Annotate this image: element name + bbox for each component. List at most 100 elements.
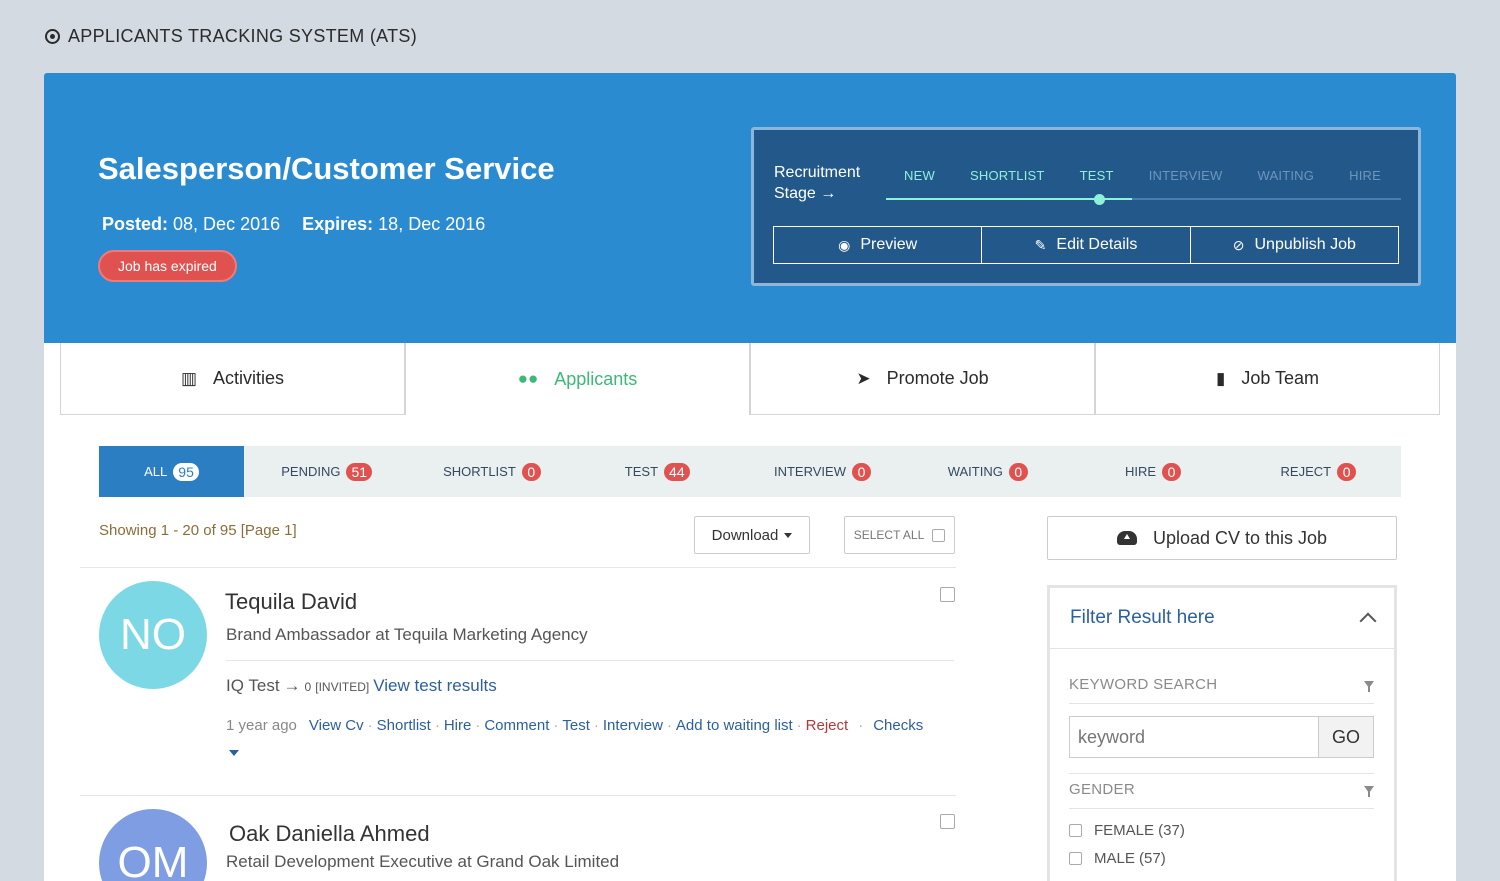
tab-job-team[interactable]: ▮ Job Team bbox=[1095, 343, 1440, 415]
download-dropdown[interactable]: Download bbox=[694, 516, 810, 554]
compass-icon bbox=[45, 29, 60, 44]
stage-new[interactable]: NEW bbox=[904, 168, 935, 183]
status-tab-test[interactable]: TEST 44 bbox=[575, 446, 740, 497]
expand-caret-icon[interactable] bbox=[229, 750, 239, 756]
gender-header: GENDER bbox=[1069, 781, 1374, 798]
count-badge: 0 bbox=[1337, 462, 1357, 481]
keyword-input[interactable] bbox=[1070, 717, 1319, 757]
building-icon: ▮ bbox=[1215, 368, 1226, 388]
stage-progress-dot bbox=[1094, 194, 1105, 205]
status-tab-shortlist[interactable]: SHORTLIST 0 bbox=[409, 446, 574, 497]
reject-link[interactable]: Reject bbox=[806, 717, 849, 734]
pencil-icon: ✎ bbox=[1034, 236, 1047, 253]
posted-date: 08, Dec 2016 bbox=[173, 214, 281, 234]
expires-label: Expires: bbox=[302, 214, 374, 234]
filter-divider bbox=[1069, 808, 1374, 809]
test-status: [INVITED] bbox=[315, 680, 370, 694]
select-all-button[interactable]: SELECT ALL bbox=[844, 516, 955, 554]
candidate-checkbox[interactable] bbox=[940, 814, 955, 829]
edit-details-button[interactable]: ✎ Edit Details bbox=[982, 227, 1191, 263]
arrow-right-icon: → bbox=[820, 185, 837, 202]
count-badge: 0 bbox=[851, 462, 871, 481]
candidate-role: Brand Ambassador at Tequila Marketing Ag… bbox=[226, 625, 588, 644]
hire-link[interactable]: Hire bbox=[444, 717, 472, 734]
status-tab-reject[interactable]: REJECT 0 bbox=[1236, 446, 1401, 497]
test-link[interactable]: Test bbox=[562, 717, 590, 734]
posted-label: Posted: bbox=[102, 214, 169, 234]
stage-hire[interactable]: HIRE bbox=[1349, 168, 1381, 183]
filter-divider bbox=[1069, 773, 1374, 774]
status-tab-pending[interactable]: PENDING 51 bbox=[244, 446, 409, 497]
stage-test[interactable]: TEST bbox=[1080, 168, 1114, 183]
count-badge: 0 bbox=[1162, 462, 1182, 481]
count-badge: 0 bbox=[521, 462, 541, 481]
count-badge: 44 bbox=[664, 462, 690, 481]
job-title: Salesperson/Customer Service bbox=[98, 151, 555, 186]
tab-promote-job[interactable]: ➤ Promote Job bbox=[750, 343, 1095, 415]
keyword-search-group: GO bbox=[1069, 716, 1374, 758]
job-actions: ◉ Preview ✎ Edit Details ⊘ Unpublish Job bbox=[773, 226, 1399, 264]
tab-applicants[interactable]: ●● Applicants bbox=[405, 343, 750, 415]
shortlist-link[interactable]: Shortlist bbox=[377, 717, 431, 734]
filter-funnel-icon[interactable] bbox=[1364, 786, 1374, 797]
avatar[interactable]: NO bbox=[99, 581, 207, 689]
filter-panel: Filter Result here KEYWORD SEARCH GO GEN… bbox=[1047, 585, 1397, 881]
keyword-search-header: KEYWORD SEARCH bbox=[1069, 676, 1374, 693]
upload-cv-button[interactable]: Upload CV to this Job bbox=[1047, 516, 1397, 560]
gender-male-checkbox[interactable] bbox=[1069, 852, 1082, 865]
stage-waiting[interactable]: WAITING bbox=[1258, 168, 1315, 183]
users-icon: ●● bbox=[517, 369, 539, 388]
preview-button[interactable]: ◉ Preview bbox=[774, 227, 983, 263]
stage-tabs: NEW SHORTLIST TEST INTERVIEW WAITING HIR… bbox=[886, 168, 1401, 200]
go-button[interactable]: GO bbox=[1319, 717, 1373, 757]
checks-link[interactable]: Checks bbox=[873, 717, 923, 734]
test-name: IQ Test bbox=[226, 676, 280, 695]
gender-female-checkbox[interactable] bbox=[1069, 824, 1082, 837]
view-test-results-link[interactable]: View test results bbox=[373, 676, 496, 696]
candidate-actions: 1 year ago View Cv · Shortlist · Hire · Com… bbox=[226, 717, 924, 734]
status-tab-waiting[interactable]: WAITING 0 bbox=[905, 446, 1070, 497]
candidate-role: Retail Development Executive at Grand Oa… bbox=[226, 852, 620, 871]
applied-time: 1 year ago bbox=[226, 717, 297, 734]
comment-link[interactable]: Comment bbox=[484, 717, 549, 734]
expires-date: 18, Dec 2016 bbox=[378, 214, 486, 234]
filter-divider bbox=[1069, 703, 1374, 704]
candidate-name[interactable]: Tequila David bbox=[225, 589, 357, 615]
job-status-badge: Job has expired bbox=[98, 250, 237, 282]
avatar[interactable]: OM bbox=[99, 809, 207, 881]
job-header: Salesperson/Customer Service Posted: 08,… bbox=[44, 73, 1456, 343]
count-badge: 95 bbox=[173, 462, 199, 481]
tab-activities[interactable]: ▥ Activities bbox=[60, 343, 405, 415]
add-to-waiting-list-link[interactable]: Add to waiting list bbox=[676, 717, 793, 734]
page-title: APPLICANTS TRACKING SYSTEM (ATS) bbox=[45, 26, 417, 47]
job-dates: Posted: 08, Dec 2016 Expires: 18, Dec 20… bbox=[102, 214, 485, 235]
caret-down-icon bbox=[784, 532, 793, 538]
candidate-separator bbox=[226, 660, 954, 661]
bar-chart-icon: ▥ bbox=[180, 368, 198, 388]
filter-title: Filter Result here bbox=[1070, 607, 1215, 628]
eye-icon: ◉ bbox=[838, 236, 851, 253]
ban-icon: ⊘ bbox=[1232, 236, 1245, 253]
status-filter-tabs: ALL 95 PENDING 51 SHORTLIST 0 TEST 44 INTERV… bbox=[99, 446, 1401, 497]
view-cv-link[interactable]: View Cv bbox=[309, 717, 364, 734]
select-all-checkbox[interactable] bbox=[932, 528, 946, 542]
filter-funnel-icon[interactable] bbox=[1364, 681, 1374, 692]
interview-link[interactable]: Interview bbox=[603, 717, 663, 734]
unpublish-job-button[interactable]: ⊘ Unpublish Job bbox=[1191, 227, 1398, 263]
filter-header[interactable]: Filter Result here bbox=[1050, 588, 1394, 649]
gender-option-female[interactable]: FEMALE (37) bbox=[1069, 822, 1185, 839]
status-tab-all[interactable]: ALL 95 bbox=[99, 446, 244, 497]
gender-option-male[interactable]: MALE (57) bbox=[1069, 850, 1166, 867]
stage-shortlist[interactable]: SHORTLIST bbox=[970, 168, 1045, 183]
count-badge: 0 bbox=[1008, 462, 1028, 481]
status-tab-interview[interactable]: INTERVIEW 0 bbox=[740, 446, 905, 497]
results-summary: Showing 1 - 20 of 95 [Page 1] bbox=[99, 522, 297, 539]
status-tab-hire[interactable]: HIRE 0 bbox=[1070, 446, 1235, 497]
count-badge: 51 bbox=[346, 462, 373, 481]
test-status-line: IQ Test → 0 [INVITED] View test results bbox=[226, 676, 497, 696]
paper-plane-icon: ➤ bbox=[856, 368, 871, 388]
stage-interview[interactable]: INTERVIEW bbox=[1149, 168, 1223, 183]
candidate-checkbox[interactable] bbox=[940, 587, 955, 602]
candidate-name[interactable]: Oak Daniella Ahmed bbox=[229, 821, 430, 847]
chevron-up-icon[interactable] bbox=[1359, 612, 1377, 630]
